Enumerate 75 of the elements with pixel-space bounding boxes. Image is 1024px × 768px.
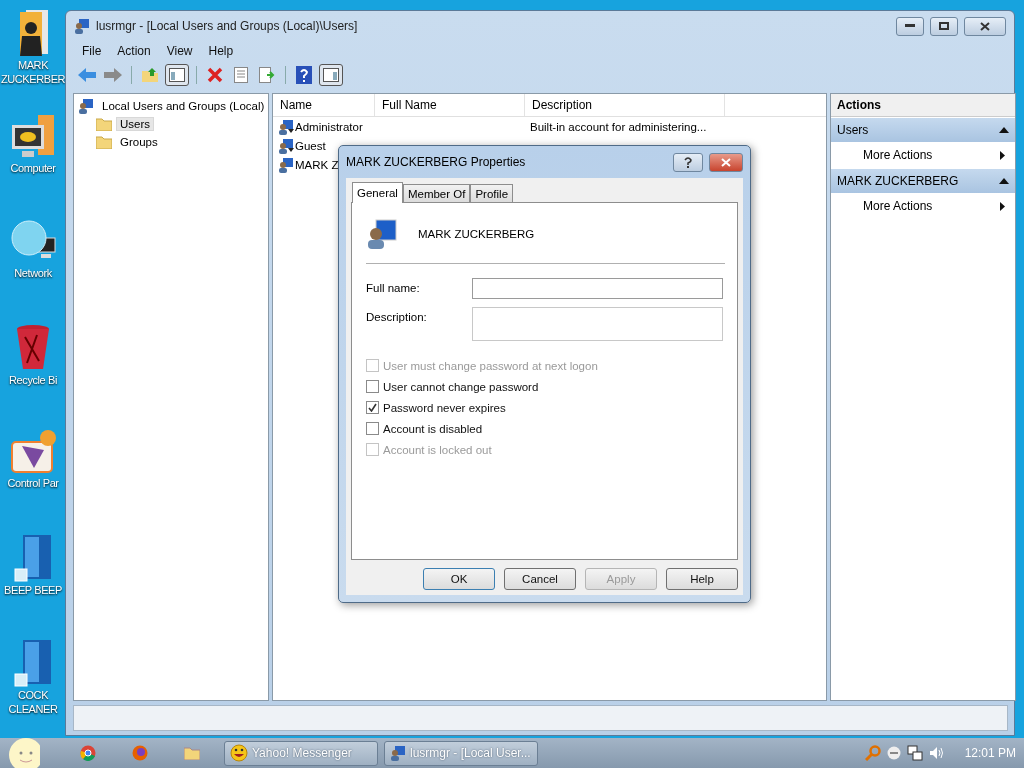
table-cell[interactable]: MARK Z <box>295 158 339 171</box>
table-cell: Built-in account for administering... <box>530 120 707 133</box>
close-button[interactable] <box>964 16 1006 36</box>
close-button[interactable] <box>709 152 743 172</box>
submenu-arrow-icon <box>1000 150 1005 160</box>
field-label: Description: <box>366 310 428 323</box>
folder-icon <box>96 117 112 131</box>
checkbox[interactable] <box>366 422 379 435</box>
dialog-button[interactable]: Cancel <box>504 568 576 590</box>
folder-icon <box>96 135 112 149</box>
actions-section-header[interactable]: MARK ZUCKERBERG <box>831 169 1015 193</box>
browser-icon[interactable] <box>80 745 96 761</box>
close-icon <box>721 157 731 167</box>
folder-icon[interactable] <box>184 746 200 760</box>
checkbox[interactable] <box>366 401 379 414</box>
submenu-arrow-icon <box>1000 201 1005 211</box>
menu-item[interactable]: Action <box>111 44 157 58</box>
users-icon <box>78 98 94 114</box>
program-box-icon <box>13 638 53 688</box>
column-header[interactable]: Full Name <box>375 94 525 116</box>
user-name: MARK ZUCKERBERG <box>418 228 535 240</box>
users-icon <box>390 745 406 761</box>
control-panel-icon <box>8 428 58 476</box>
user-icon <box>278 156 294 173</box>
dialog-button[interactable]: Help <box>666 568 738 590</box>
collapse-arrow-icon[interactable] <box>999 178 1009 184</box>
tab[interactable]: General <box>352 182 403 203</box>
maximize-button[interactable] <box>930 16 958 36</box>
window-title: lusrmgr - [Local Users and Groups (Local)\Users] <box>96 19 359 33</box>
full-name-field[interactable] <box>472 278 723 299</box>
users-icon <box>74 18 90 34</box>
tree-item[interactable]: Local Users and Groups (Local) <box>98 99 268 113</box>
tree-item[interactable]: Users <box>116 117 155 131</box>
forward-button[interactable] <box>102 65 124 85</box>
action-item[interactable]: More Actions <box>831 193 1015 219</box>
question-mark-icon <box>684 156 692 168</box>
collapse-arrow-icon[interactable] <box>999 127 1009 133</box>
user-icon <box>366 218 398 250</box>
builtin-user-icon <box>278 118 294 135</box>
minimize-icon <box>905 24 915 28</box>
table-cell[interactable]: Guest <box>295 139 326 152</box>
description-field[interactable] <box>472 307 723 341</box>
maximize-icon <box>939 22 949 30</box>
dialog-button[interactable]: OK <box>423 568 495 590</box>
volume-icon[interactable] <box>928 745 945 761</box>
network-status-icon[interactable] <box>906 745 923 761</box>
checkbox[interactable] <box>366 380 379 393</box>
action-item[interactable]: More Actions <box>831 142 1015 168</box>
actions-title: Actions <box>831 94 1015 117</box>
help-button[interactable] <box>293 65 315 85</box>
tree-item[interactable]: Groups <box>116 135 162 149</box>
help-button[interactable] <box>673 152 703 172</box>
menu-item[interactable]: File <box>76 44 108 58</box>
show-action-pane-button[interactable] <box>319 64 343 86</box>
tab[interactable]: Profile <box>470 184 514 202</box>
tab[interactable]: Member Of <box>402 184 471 202</box>
program-box-icon <box>13 533 53 583</box>
fox-browser-icon[interactable] <box>132 745 148 761</box>
checkbox-label[interactable]: User cannot change password <box>366 376 725 397</box>
builtin-user-icon <box>278 137 294 154</box>
minimize-button[interactable] <box>896 16 924 36</box>
field-label: Full name: <box>366 281 421 294</box>
back-button[interactable] <box>76 65 98 85</box>
show-tree-button[interactable] <box>165 64 189 86</box>
checkbox-label[interactable]: Account is disabled <box>366 418 725 439</box>
menu-item[interactable]: View <box>160 44 199 58</box>
table-cell[interactable]: Administrator <box>295 120 363 133</box>
dialog-title: MARK ZUCKERBERG Properties <box>346 155 527 169</box>
smiley-icon <box>230 744 248 762</box>
checkbox-label[interactable]: Password never expires <box>366 397 725 418</box>
column-header[interactable]: Description <box>525 94 725 116</box>
actions-section-header[interactable]: Users <box>831 118 1015 142</box>
close-icon <box>980 21 990 31</box>
menu-item[interactable]: Help <box>202 44 240 58</box>
column-header[interactable]: Name <box>273 94 375 116</box>
